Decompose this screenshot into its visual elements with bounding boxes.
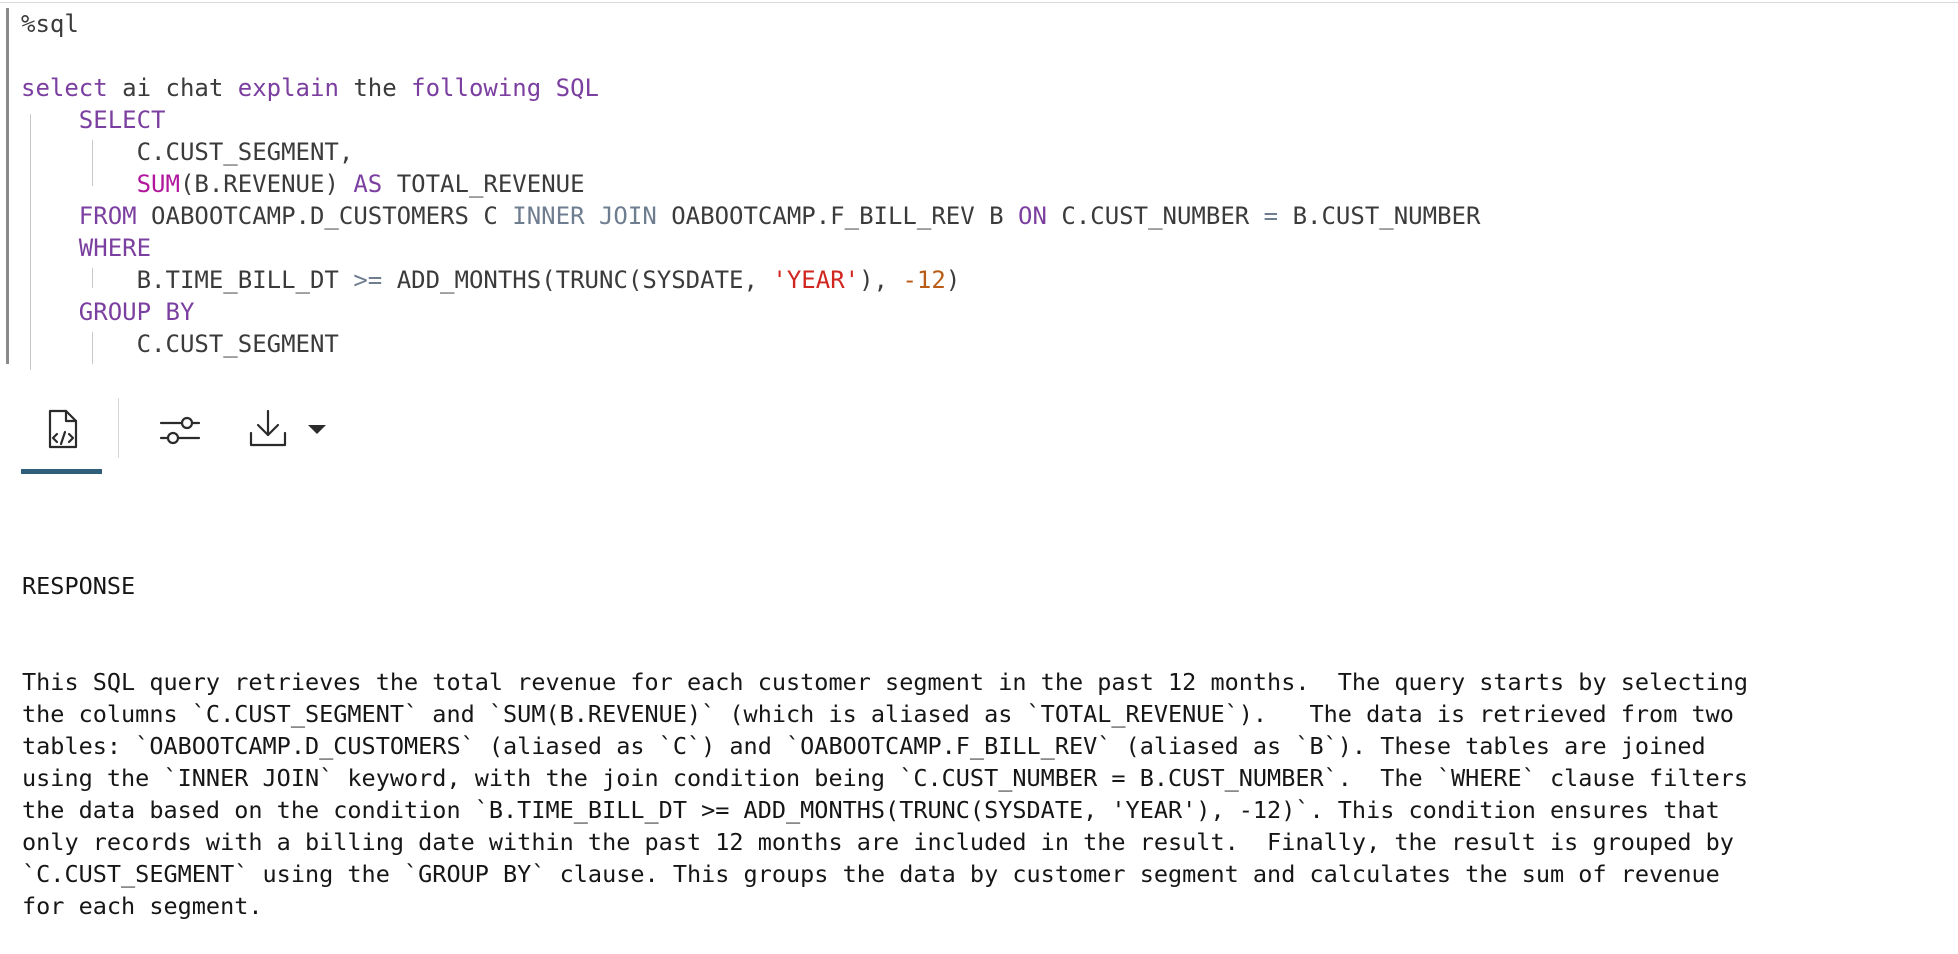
code-token: ai chat [107, 74, 238, 102]
code-token: the [338, 74, 412, 102]
code-token: OABOOTCAMP.D_CUSTOMERS C [136, 202, 513, 230]
code-token: >= [353, 266, 383, 294]
indent-guide [92, 140, 93, 186]
code-line: C.CUST_SEGMENT, [21, 136, 1480, 168]
sql-editor[interactable]: %sql select ai chat explain the following… [6, 8, 1946, 370]
code-token: B.TIME_BILL_DT [21, 266, 354, 294]
code-token: %sql [21, 10, 79, 38]
code-token: SELECT [78, 106, 166, 134]
response-line: the columns `C.CUST_SEGMENT` and `SUM(B.… [22, 700, 1734, 728]
top-border [0, 2, 1958, 3]
download-icon [249, 409, 287, 447]
response-line: tables: `OABOOTCAMP.D_CUSTOMERS` (aliase… [22, 732, 1706, 760]
code-line: B.TIME_BILL_DT >= ADD_MONTHS(TRUNC(SYSDA… [21, 264, 1480, 296]
code-line: SUM(B.REVENUE) AS TOTAL_REVENUE [21, 168, 1480, 200]
sliders-icon [159, 416, 201, 445]
code-line: FROM OABOOTCAMP.D_CUSTOMERS C INNER JOIN… [21, 200, 1481, 232]
code-token: = [1263, 202, 1279, 230]
response-line: using the `INNER JOIN` keyword, with the… [22, 764, 1749, 792]
code-token: OABOOTCAMP.F_BILL_REV B [656, 202, 1019, 230]
code-token: (B.REVENUE) [179, 170, 354, 198]
code-token: explain [237, 74, 339, 102]
download-menu-button[interactable] [302, 414, 332, 444]
code-document-icon [48, 409, 78, 449]
toolbar-separator [118, 398, 119, 458]
code-token: C.CUST_SEGMENT, [21, 138, 354, 166]
code-token: -12 [902, 266, 946, 294]
response-line: `C.CUST_SEGMENT` using the `GROUP BY` cl… [22, 860, 1720, 888]
settings-button[interactable] [154, 404, 206, 456]
code-token: 'YEAR' [772, 266, 860, 294]
caret-down-icon [308, 425, 326, 434]
code-token: TOTAL_REVENUE [382, 170, 585, 198]
code-token: B.CUST_NUMBER [1278, 202, 1481, 230]
code-token: GROUP BY [78, 298, 195, 326]
response-header: RESPONSE [22, 572, 136, 600]
code-token: AS [353, 170, 383, 198]
code-token: FROM [78, 202, 137, 230]
response-line: the data based on the condition `B.TIME_… [22, 796, 1720, 824]
response-output: RESPONSE This SQL query retrieves the to… [22, 506, 1947, 954]
code-line: SELECT [21, 104, 1480, 136]
indent-guide [30, 114, 31, 370]
code-token: ) [945, 266, 961, 294]
code-token: WHERE [78, 234, 152, 262]
indent-guide [92, 332, 93, 364]
response-line: for each segment. [22, 892, 263, 920]
code-token: ON [1018, 202, 1047, 230]
code-token: following [411, 74, 542, 102]
code-area[interactable]: %sql select ai chat explain the following… [21, 8, 1480, 360]
code-line: GROUP BY [21, 296, 1480, 328]
code-line: C.CUST_SEGMENT [21, 328, 1480, 360]
code-token: ADD_MONTHS(TRUNC(SYSDATE, [382, 266, 773, 294]
view-source-tab[interactable] [28, 398, 96, 460]
code-token: C.CUST_SEGMENT [21, 330, 339, 358]
code-token: ), [859, 266, 903, 294]
code-token: select [21, 74, 108, 102]
code-line: %sql [21, 8, 1480, 40]
code-token: INNER JOIN [512, 202, 657, 230]
indent-guide [92, 268, 93, 288]
result-toolbar [0, 398, 1958, 478]
code-line: select ai chat explain the following SQL [21, 72, 1480, 104]
code-token: C.CUST_NUMBER [1046, 202, 1264, 230]
code-token: SQL [555, 74, 600, 102]
active-tab-indicator [21, 469, 102, 474]
code-line: WHERE [21, 232, 1480, 264]
download-button[interactable] [244, 402, 292, 456]
response-line: This SQL query retrieves the total reven… [22, 668, 1749, 696]
response-text: This SQL query retrieves the total reven… [22, 666, 1947, 922]
code-token: SUM [136, 170, 180, 198]
response-line: only records with a billing date within … [22, 828, 1734, 856]
